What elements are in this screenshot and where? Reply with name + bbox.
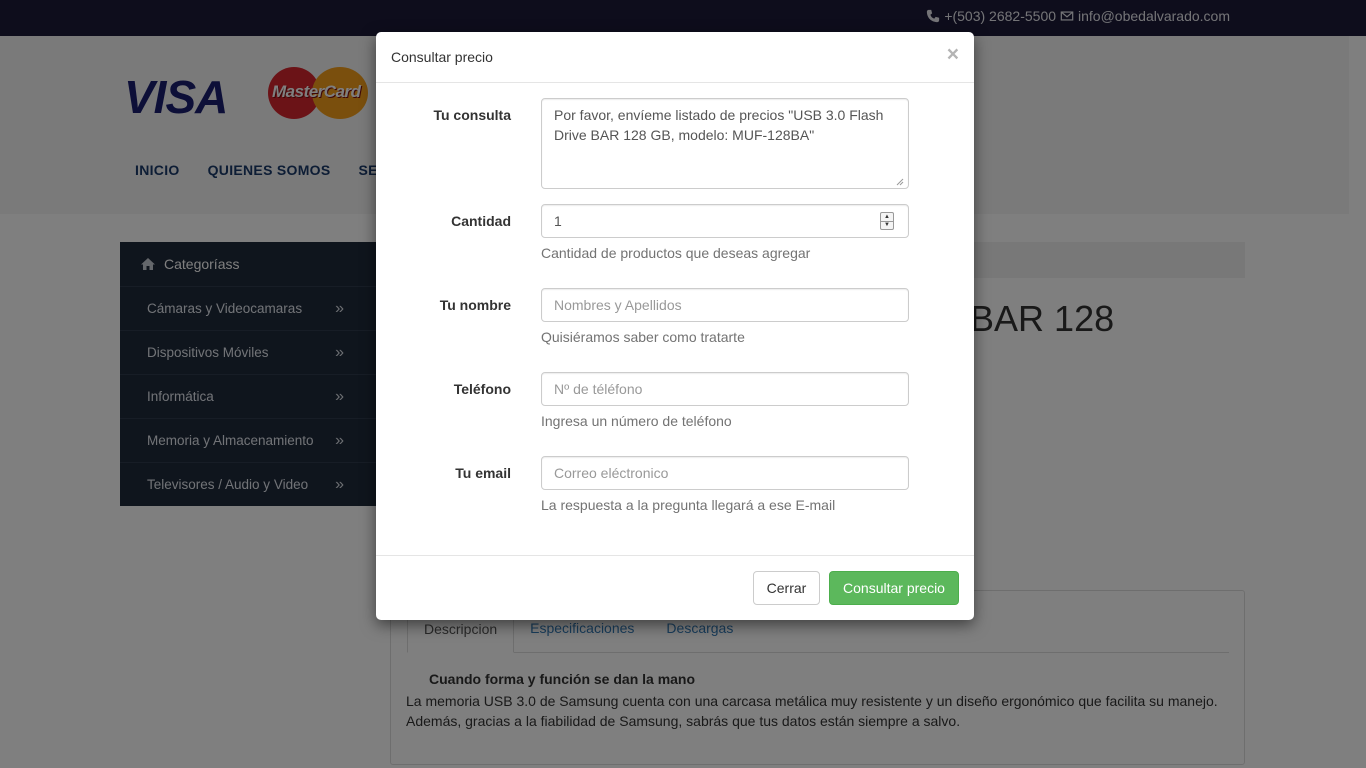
email-label: Tu email (455, 465, 511, 481)
spin-down-icon[interactable]: ▼ (881, 220, 893, 230)
nombre-label: Tu nombre (439, 297, 511, 313)
modal-header: Consultar precio × (376, 32, 974, 83)
price-inquiry-modal: Consultar precio × Tu consulta Por favor… (376, 32, 974, 620)
consulta-textarea[interactable]: Por favor, envíeme listado de precios "U… (541, 98, 909, 189)
submit-price-button[interactable]: Consultar precio (829, 571, 959, 605)
modal-footer: Cerrar Consultar precio (376, 555, 974, 620)
spin-up-icon[interactable]: ▲ (881, 213, 893, 221)
consulta-label: Tu consulta (433, 107, 511, 123)
cantidad-help: Cantidad de productos que deseas agregar (541, 245, 811, 261)
nombre-help: Quisiéramos saber como tratarte (541, 329, 745, 345)
resize-grip-icon[interactable] (896, 178, 904, 186)
quantity-spinner[interactable]: ▲ ▼ (880, 212, 894, 230)
name-input[interactable] (541, 288, 909, 322)
telefono-help: Ingresa un número de teléfono (541, 413, 732, 429)
email-help: La respuesta a la pregunta llegará a ese… (541, 497, 836, 513)
cantidad-label: Cantidad (451, 213, 511, 229)
telefono-label: Teléfono (453, 381, 511, 397)
close-icon[interactable]: × (947, 44, 959, 65)
modal-title: Consultar precio (391, 49, 493, 65)
close-button[interactable]: Cerrar (753, 571, 820, 605)
quantity-stepper[interactable] (541, 204, 909, 238)
email-field[interactable] (541, 456, 909, 490)
phone-input[interactable] (541, 372, 909, 406)
